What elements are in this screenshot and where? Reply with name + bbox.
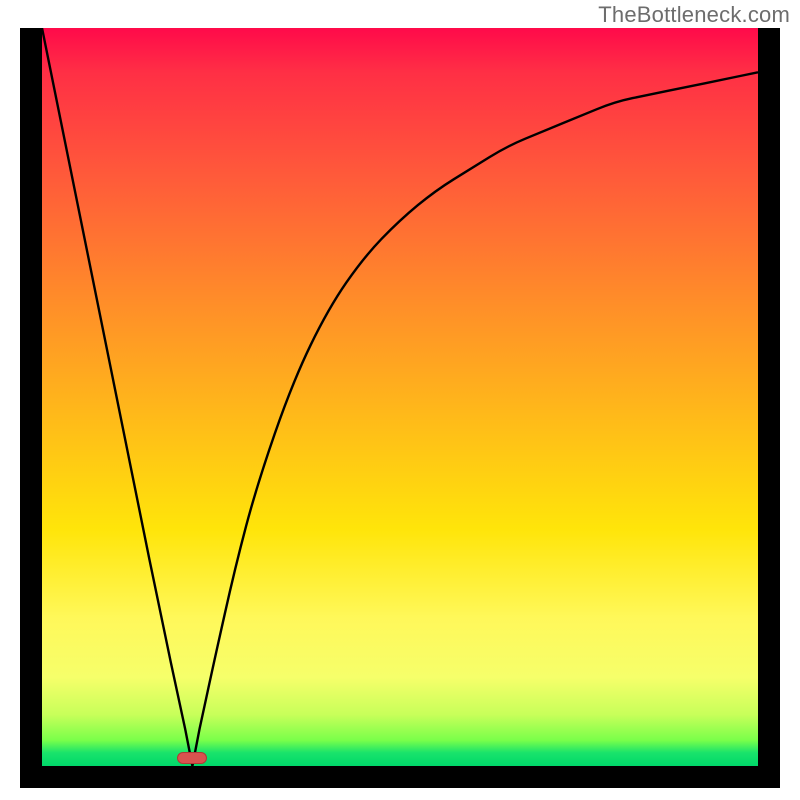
curve-path	[42, 28, 758, 766]
chart-root: TheBottleneck.com	[0, 0, 800, 800]
minimum-marker	[177, 752, 207, 764]
plot-area	[42, 28, 758, 766]
chart-frame	[20, 28, 780, 788]
watermark-text: TheBottleneck.com	[598, 2, 790, 28]
bottleneck-curve	[42, 28, 758, 766]
